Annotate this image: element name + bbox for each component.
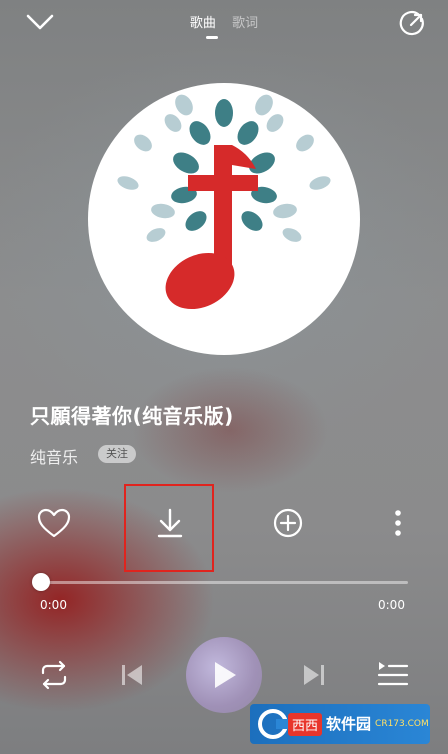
previous-button[interactable] xyxy=(112,655,152,695)
skip-next-icon xyxy=(304,665,324,685)
current-time: 0:00 xyxy=(40,598,67,612)
share-button[interactable] xyxy=(398,10,426,38)
like-button[interactable] xyxy=(36,505,72,541)
tab-song-label: 歌曲 xyxy=(189,16,216,31)
playlist-button[interactable] xyxy=(372,655,412,695)
tab-song[interactable]: 歌曲 xyxy=(187,12,219,39)
tab-lyrics-label: 歌词 xyxy=(232,16,259,31)
more-options-button[interactable] xyxy=(380,505,416,541)
repeat-icon xyxy=(41,660,67,690)
note-cross xyxy=(165,145,258,310)
watermark-brand: 西西 xyxy=(288,712,323,736)
active-tab-indicator xyxy=(205,36,218,39)
follow-button[interactable]: 关注 xyxy=(98,445,136,463)
watermark-sub: CR173.COM xyxy=(375,719,429,729)
share-icon xyxy=(399,11,424,36)
music-note-cross-logo xyxy=(117,94,331,310)
watermark-text: 软件园 xyxy=(326,714,372,733)
plus-circle-icon xyxy=(273,508,303,538)
download-icon xyxy=(157,508,183,538)
more-vertical-icon xyxy=(395,510,401,536)
next-button[interactable] xyxy=(294,655,334,695)
repeat-button[interactable] xyxy=(34,655,74,695)
download-button[interactable] xyxy=(152,505,188,541)
artist-name[interactable]: 纯音乐 xyxy=(30,444,78,468)
watermark-logo: 西西 软件园 CR173.COM xyxy=(250,704,430,744)
total-time: 0:00 xyxy=(378,598,405,612)
skip-previous-icon xyxy=(122,665,142,685)
play-icon xyxy=(215,662,236,688)
add-to-playlist-button[interactable] xyxy=(270,505,306,541)
watermark-c-icon xyxy=(258,709,288,739)
song-title: 只願得著你(纯音乐版) xyxy=(30,404,234,428)
progress-track[interactable] xyxy=(40,581,408,584)
header-tabs: 歌曲 歌词 xyxy=(0,12,448,39)
progress-knob[interactable] xyxy=(32,573,50,591)
playlist-icon xyxy=(377,662,409,686)
play-button[interactable] xyxy=(186,637,262,713)
tab-lyrics[interactable]: 歌词 xyxy=(229,12,261,31)
heart-icon xyxy=(37,508,71,538)
album-cover xyxy=(88,83,360,355)
